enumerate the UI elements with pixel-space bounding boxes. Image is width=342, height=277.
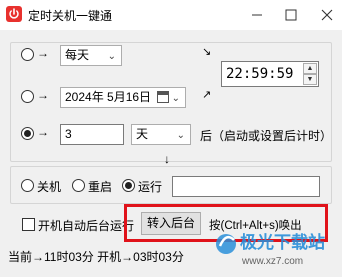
run-label: 运行 <box>138 180 163 194</box>
arrow-right: → <box>37 88 49 102</box>
radio-countdown[interactable] <box>21 127 34 140</box>
window-title: 定时关机一键通 <box>28 9 113 23</box>
maximize-button[interactable] <box>280 4 302 26</box>
date-value: 2024年 5月16日 <box>65 90 152 104</box>
maximize-icon <box>285 9 297 21</box>
app-window: 定时关机一键通 → 每天 ⌄ ↘ 22:59:59 ▲ ▼ → 2024年 5月… <box>0 0 342 277</box>
time-picker[interactable]: 22:59:59 ▲ ▼ <box>221 61 319 87</box>
title-bar: 定时关机一键通 <box>0 0 342 30</box>
countdown-amount: 3 <box>65 127 72 141</box>
autostart-label: 开机自动后台运行 <box>38 219 135 233</box>
radio-restart[interactable] <box>72 179 85 192</box>
chevron-down-icon: ⌄ <box>171 93 180 104</box>
aurora-logo-icon: 极光下载站 www.xz7.com <box>216 232 325 267</box>
countdown-unit: 天 <box>136 127 149 141</box>
arrow-right: → <box>37 46 49 60</box>
power-icon <box>6 6 22 22</box>
countdown-unit-select[interactable]: 天 ⌄ <box>131 124 191 145</box>
frequency-value: 每天 <box>65 48 90 62</box>
restart-label: 重启 <box>88 180 113 194</box>
radio-run[interactable] <box>122 179 135 192</box>
time-value: 22:59:59 <box>226 66 294 82</box>
date-picker[interactable]: 2024年 5月16日 ⌄ <box>60 87 186 108</box>
arrow-down: ↓ <box>164 152 170 166</box>
radio-daily[interactable] <box>21 48 34 61</box>
calendar-icon <box>157 91 169 103</box>
watermark-url: www.xz7.com <box>241 256 303 267</box>
countdown-suffix-label: 后（启动或设置后计时） <box>200 129 333 143</box>
frequency-select[interactable]: 每天 ⌄ <box>60 45 122 66</box>
status-text: 当前→11时03分 开机→03时03分 <box>8 250 184 264</box>
arrow-up-right: ↗ <box>202 89 212 101</box>
countdown-amount-input[interactable]: 3 <box>60 124 124 145</box>
run-command-input[interactable] <box>172 176 320 197</box>
arrow-down-right: ↘ <box>202 46 212 58</box>
close-button[interactable] <box>316 4 338 26</box>
radio-shutdown[interactable] <box>21 179 34 192</box>
watermark-text: 极光下载站 <box>240 232 325 252</box>
minimize-button[interactable] <box>246 4 268 26</box>
spin-up-button[interactable]: ▲ <box>303 63 317 74</box>
shutdown-label: 关机 <box>37 180 62 194</box>
spin-down-button[interactable]: ▼ <box>303 74 317 85</box>
radio-date[interactable] <box>21 90 34 103</box>
minimize-icon <box>252 14 262 16</box>
autostart-checkbox[interactable] <box>22 218 35 231</box>
close-icon <box>321 9 333 21</box>
chevron-down-icon: ⌄ <box>176 130 185 141</box>
chevron-down-icon: ⌄ <box>107 51 116 62</box>
watermark-logo: 极光下载站 www.xz7.com <box>212 220 342 272</box>
arrow-right: → <box>37 125 49 139</box>
